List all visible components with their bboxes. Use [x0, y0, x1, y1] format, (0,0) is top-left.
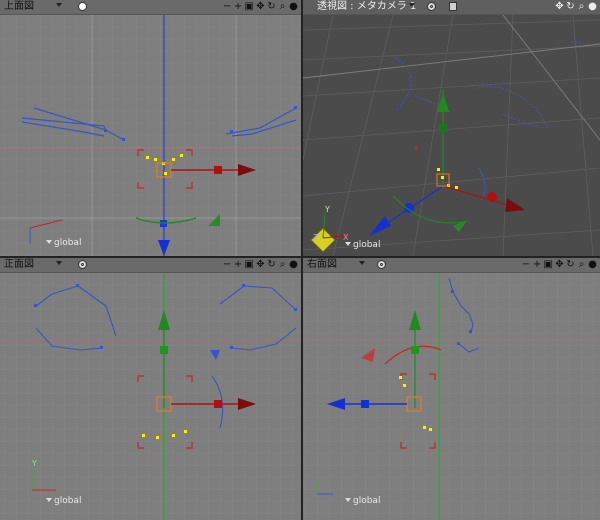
zoom-in-button[interactable]: +	[533, 258, 542, 272]
viewport-title: 正面図	[4, 259, 34, 270]
scene-perspective-svg	[303, 15, 600, 256]
viewport-menu-icon[interactable]	[56, 261, 62, 265]
rotate-icon[interactable]: ↻	[267, 0, 276, 14]
viewport-title: 右面図	[307, 259, 337, 270]
viewport-toolbar: − + ▣ ✥ ↻ ⌕ ●	[522, 258, 597, 272]
viewport-top[interactable]: 上面図 − + ▣ ✥ ↻ ⌕ ● global	[0, 0, 301, 256]
axis-y-label: Y	[32, 459, 37, 468]
viewport-header: 右面図 − + ▣ ✥ ↻ ⌕ ●	[303, 258, 600, 273]
chevron-down-icon	[345, 242, 351, 246]
viewport-toolbar: ✥ ↻ ⌕ ●	[555, 0, 597, 14]
viewport-menu-icon[interactable]	[409, 3, 415, 7]
display-mode-icon[interactable]	[78, 2, 87, 11]
shading-sphere-icon[interactable]: ●	[588, 258, 597, 272]
viewport-perspective[interactable]: 透視図 : メタカメラ 1 ✥ ↻ ⌕ ● Y Z X global	[303, 0, 600, 256]
viewport-front[interactable]: 正面図 − + ▣ ✥ ↻ ⌕ ● Y global	[0, 258, 301, 520]
chevron-down-icon	[345, 498, 351, 502]
zoom-out-button[interactable]: −	[522, 258, 531, 272]
viewport-header: 上面図 − + ▣ ✥ ↻ ⌕ ●	[0, 0, 301, 15]
viewport-title: 上面図	[4, 1, 34, 12]
pan-icon[interactable]: ✥	[555, 258, 564, 272]
viewport-canvas[interactable]: global	[0, 15, 301, 256]
pan-icon[interactable]: ✥	[256, 258, 265, 272]
pan-icon[interactable]: ✥	[555, 0, 564, 14]
viewport-canvas[interactable]: global	[303, 273, 600, 520]
viewport-canvas[interactable]: Y global	[0, 273, 301, 520]
scene-top-svg	[0, 15, 301, 256]
coordinate-system-dropdown[interactable]: global	[46, 238, 81, 248]
viewport-right[interactable]: 右面図 − + ▣ ✥ ↻ ⌕ ● global	[303, 258, 600, 520]
rotate-icon[interactable]: ↻	[566, 0, 575, 14]
camera-icon[interactable]: ▣	[245, 258, 254, 272]
axis-z-label: Z	[313, 233, 319, 242]
viewport-toolbar: − + ▣ ✥ ↻ ⌕ ●	[223, 258, 298, 272]
chevron-down-icon	[46, 498, 52, 502]
shade-4view-window: 上面図 − + ▣ ✥ ↻ ⌕ ● global 透視図: メタカメラ 1 ✥…	[0, 0, 600, 520]
viewport-menu-icon[interactable]	[56, 3, 62, 7]
shading-sphere-icon[interactable]: ●	[289, 258, 298, 272]
viewport-toolbar: − + ▣ ✥ ↻ ⌕ ●	[223, 0, 298, 14]
scene-front-svg	[0, 273, 301, 520]
zoom-in-button[interactable]: +	[234, 0, 243, 14]
cube-icon[interactable]	[449, 2, 457, 11]
viewport-header: 透視図 : メタカメラ 1 ✥ ↻ ⌕ ●	[303, 0, 600, 15]
chevron-down-icon	[46, 240, 52, 244]
camera-icon[interactable]: ▣	[245, 0, 254, 14]
shading-sphere-icon[interactable]: ●	[588, 0, 597, 14]
viewport-header: 正面図 − + ▣ ✥ ↻ ⌕ ●	[0, 258, 301, 273]
zoom-out-button[interactable]: −	[223, 0, 232, 14]
rotate-icon[interactable]: ↻	[566, 258, 575, 272]
coordinate-system-dropdown[interactable]: global	[345, 496, 380, 506]
viewport-canvas[interactable]: Y Z X global	[303, 15, 600, 256]
zoom-icon[interactable]: ⌕	[577, 258, 586, 272]
target-icon[interactable]	[78, 260, 87, 269]
viewport-menu-icon[interactable]	[359, 261, 365, 265]
zoom-out-button[interactable]: −	[223, 258, 232, 272]
zoom-in-button[interactable]: +	[234, 258, 243, 272]
zoom-icon[interactable]: ⌕	[278, 258, 287, 272]
coordinate-system-dropdown[interactable]: global	[46, 496, 81, 506]
zoom-icon[interactable]: ⌕	[278, 0, 287, 14]
zoom-icon[interactable]: ⌕	[577, 0, 586, 14]
target-icon[interactable]	[377, 260, 386, 269]
coordinate-system-dropdown[interactable]: global	[345, 240, 380, 250]
axis-y-label: Y	[325, 205, 330, 214]
camera-icon[interactable]: ▣	[544, 258, 553, 272]
pan-icon[interactable]: ✥	[256, 0, 265, 14]
target-icon[interactable]	[427, 2, 436, 11]
rotate-icon[interactable]: ↻	[267, 258, 276, 272]
shading-sphere-icon[interactable]: ●	[289, 0, 298, 14]
viewport-title: 透視図 : メタカメラ 1	[317, 1, 417, 12]
scene-right-svg	[303, 273, 600, 520]
